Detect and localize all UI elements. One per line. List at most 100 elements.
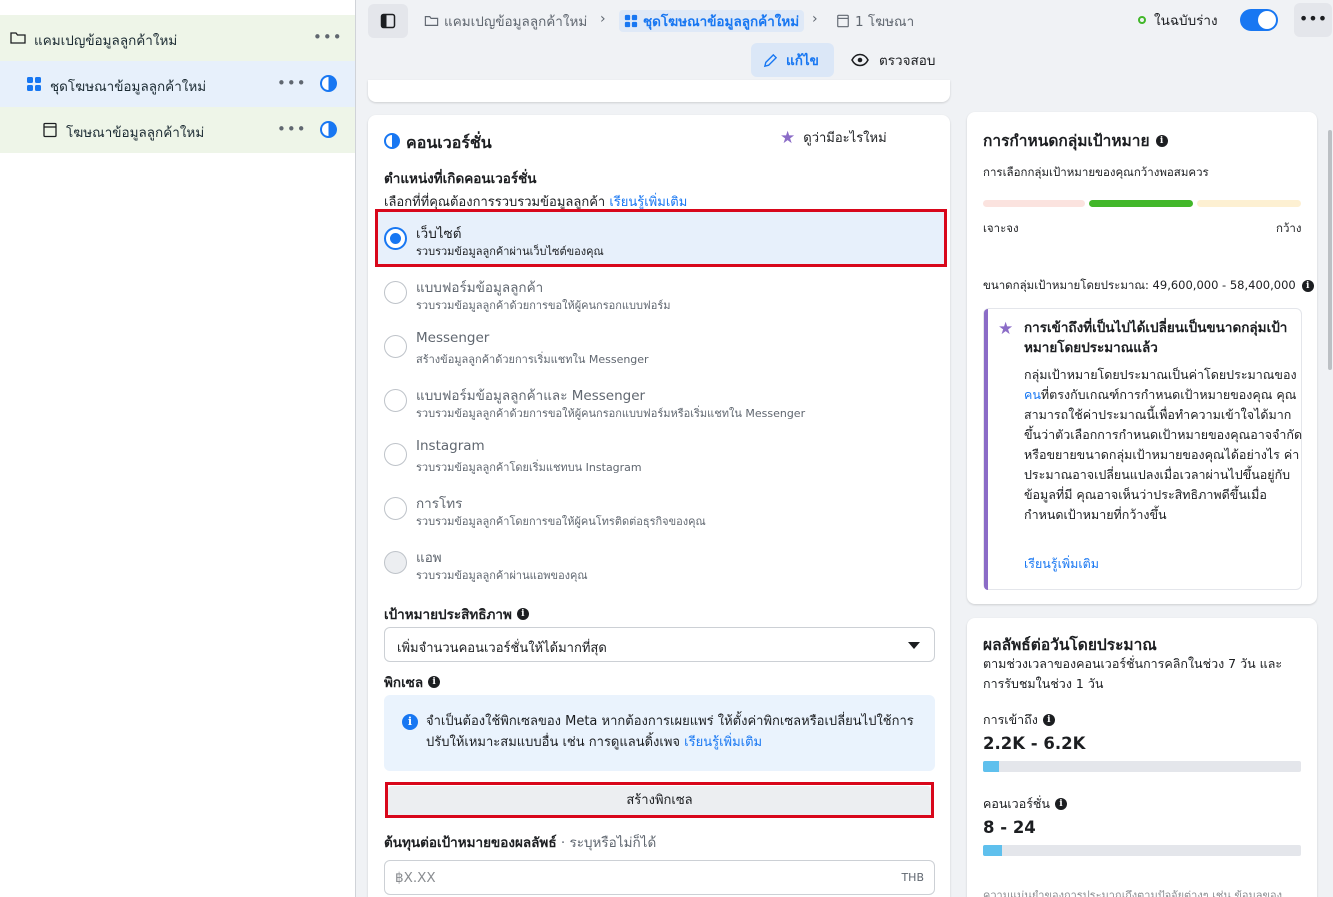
radio-button[interactable]	[384, 551, 407, 574]
edit-button[interactable]: แก้ไข	[751, 43, 834, 77]
audience-title: การกำหนดกลุ่มเป้าหมาย i	[983, 128, 1168, 153]
radio-button[interactable]	[384, 281, 407, 304]
conversion-location-option[interactable]: การโทร รวบรวมข้อมูลลูกค้าโดยการขอให้ผู้คน…	[376, 482, 946, 536]
toggle-sidebar-button[interactable]	[368, 4, 408, 38]
results-subtitle-line1: ตามช่วงเวลาของคอนเวอร์ชั่นการคลิกในช่วง …	[983, 656, 1283, 671]
more-options-icon[interactable]: •••	[277, 119, 306, 139]
conversion-location-desc: เลือกที่ที่คุณต้องการรวบรวมข้อมูลลูกค้า …	[384, 191, 687, 212]
option-label: เว็บไซต์	[416, 226, 462, 242]
tree-item-adset[interactable]: ชุดโฆษณาข้อมูลลูกค้าใหม่ •••	[0, 61, 355, 107]
learn-more-link[interactable]: เรียนรู้เพิ่มเติม	[684, 735, 762, 750]
reach-label: การเข้าถึง i	[983, 710, 1055, 730]
radio-button[interactable]	[384, 497, 407, 520]
tree-item-campaign[interactable]: แคมเปญข้อมูลลูกค้าใหม่ •••	[0, 15, 355, 61]
whats-new-link[interactable]: ★ ดูว่ามีอะไรใหม่	[780, 127, 887, 148]
conversion-location-option[interactable]: เว็บไซต์ รวบรวมข้อมูลลูกค้าผ่านเว็บไซต์ขอ…	[376, 212, 946, 266]
radio-button[interactable]	[384, 335, 407, 358]
bid-optional-text: · ระบุหรือไม่ก็ได้	[560, 835, 657, 851]
option-label: แบบฟอร์มข้อมูลลูกค้า	[416, 280, 544, 296]
star-icon: ★	[998, 319, 1014, 339]
gauge-broad-segment	[1197, 200, 1301, 207]
conversions-bar-fill	[983, 845, 1003, 856]
whats-new-label: ดูว่ามีอะไรใหม่	[803, 131, 887, 146]
info-icon[interactable]: i	[1042, 714, 1055, 726]
chevron-right-icon: ›	[812, 11, 818, 27]
previous-card-bottom	[368, 80, 950, 102]
status-half-circle-icon	[320, 75, 337, 92]
folder-icon	[10, 32, 26, 44]
cost-per-result-input[interactable]: ฿X.XX THB	[384, 860, 935, 895]
more-options-button[interactable]: •••	[1294, 3, 1332, 37]
tree-item-ad[interactable]: โฆษณาข้อมูลลูกค้าใหม่ •••	[0, 107, 355, 153]
input-placeholder: ฿X.XX	[395, 870, 436, 886]
breadcrumb-campaign[interactable]: แคมเปญข้อมูลลูกค้าใหม่	[424, 10, 587, 32]
gauge-specific-segment	[983, 200, 1085, 207]
notice-accent-bar	[984, 309, 988, 590]
ad-page-icon	[43, 122, 57, 138]
option-label: แบบฟอร์มข้อมูลลูกค้าและ Messenger	[416, 388, 646, 404]
review-button[interactable]: ตรวจสอบ	[851, 43, 935, 77]
breadcrumb-ad[interactable]: 1 โฆษณา	[836, 10, 914, 32]
conversions-label: คอนเวอร์ชั่น i	[983, 794, 1067, 814]
campaign-tree-sidebar: แคมเปญข้อมูลลูกค้าใหม่ ••• ชุดโฆษณาข้อมู…	[0, 0, 356, 897]
reach-bar	[983, 761, 1301, 772]
sidebar-panel-icon	[380, 13, 396, 29]
conversion-location-option[interactable]: Messenger สร้างข้อมูลลูกค้าด้วยการเริ่มแช…	[376, 320, 946, 374]
radio-button[interactable]	[384, 227, 407, 250]
audience-size-estimate: ขนาดกลุ่มเป้าหมายโดยประมาณ: 49,600,000 -…	[983, 277, 1314, 295]
folder-icon	[424, 16, 439, 26]
learn-more-link[interactable]: เรียนรู้เพิ่มเติม	[609, 195, 687, 210]
conversion-location-heading: ตำแหน่งที่เกิดคอนเวอร์ชั่น	[384, 167, 537, 189]
option-description: รวบรวมข้อมูลลูกค้าโดยการขอให้ผู้คนโทรติด…	[416, 515, 706, 528]
info-icon[interactable]: i	[1054, 798, 1067, 810]
scrollbar[interactable]	[1328, 130, 1332, 370]
heading-text: ตำแหน่งที่เกิดคอนเวอร์ชั่น	[384, 171, 537, 187]
grid-icon	[27, 77, 41, 91]
info-icon[interactable]: i	[1301, 280, 1314, 292]
more-options-icon[interactable]: •••	[277, 73, 306, 93]
pencil-icon	[763, 53, 778, 67]
option-description: รวบรวมข้อมูลลูกค้าด้วยการขอให้ผู้คนกรอกแ…	[416, 299, 671, 312]
publish-toggle[interactable]	[1240, 9, 1278, 31]
ad-page-icon	[837, 14, 849, 28]
review-label: ตรวจสอบ	[879, 53, 936, 69]
desc-text: เลือกที่ที่คุณต้องการรวบรวมข้อมูลลูกค้า	[384, 195, 606, 210]
audience-definition-card: การกำหนดกลุ่มเป้าหมาย i การเลือกกลุ่มเป้…	[967, 112, 1317, 604]
conversion-location-option[interactable]: แอพ รวบรวมข้อมูลลูกค้าผ่านแอพของคุณ	[376, 536, 946, 590]
breadcrumb-adset[interactable]: ชุดโฆษณาข้อมูลลูกค้าใหม่	[619, 10, 805, 32]
conversion-location-option[interactable]: แบบฟอร์มข้อมูลลูกค้าและ Messenger รวบรวมข…	[376, 374, 946, 428]
breadcrumb-label: ชุดโฆษณาข้อมูลลูกค้าใหม่	[643, 14, 800, 30]
conversion-location-option[interactable]: Instagram รวบรวมข้อมูลลูกค้าโดยเริ่มแชทบน…	[376, 428, 946, 482]
gauge-broad-label: กว้าง	[1276, 221, 1302, 235]
option-label: Instagram	[416, 438, 485, 454]
conversion-card: คอนเวอร์ชั่น ★ ดูว่ามีอะไรใหม่ ตำแหน่งที…	[368, 115, 950, 897]
tree-item-label: แคมเปญข้อมูลลูกค้าใหม่	[34, 33, 178, 49]
currency-label: THB	[901, 871, 924, 884]
notice-title: การเข้าถึงที่เป็นไปได้เปลี่ยนเป็นขนาดกลุ…	[1024, 320, 1288, 356]
conversion-location-option[interactable]: แบบฟอร์มข้อมูลลูกค้ารวบรวมข้อมูลลูกค้าด้…	[376, 266, 946, 320]
info-icon[interactable]: i	[428, 676, 441, 688]
info-icon[interactable]: i	[1155, 134, 1168, 147]
tree-item-label: โฆษณาข้อมูลลูกค้าใหม่	[66, 125, 205, 141]
performance-goal-heading: เป้าหมายประสิทธิภาพ i	[384, 603, 529, 625]
reach-value: 2.2K - 6.2K	[983, 734, 1086, 753]
radio-button[interactable]	[384, 443, 407, 466]
audience-subtitle: การเลือกกลุ่มเป้าหมายของคุณกว้างพอสมควร	[983, 165, 1209, 179]
learn-more-link[interactable]: เรียนรู้เพิ่มเติม	[1024, 554, 1099, 574]
create-pixel-button[interactable]: สร้างพิกเซล	[388, 786, 931, 816]
conversions-value: 8 - 24	[983, 818, 1036, 837]
tree-item-label: ชุดโฆษณาข้อมูลลูกค้าใหม่	[50, 79, 207, 95]
more-options-icon[interactable]: •••	[313, 27, 342, 47]
notice-body: จำเป็นต้องใช้พิกเซลของ Meta หากต้องการเผ…	[426, 714, 914, 750]
estimated-audience-notice: ★ การเข้าถึงที่เป็นไปได้เปลี่ยนเป็นขนาดก…	[983, 308, 1302, 590]
info-icon[interactable]: i	[516, 608, 529, 620]
draft-status-dot	[1138, 16, 1146, 24]
performance-goal-select[interactable]: เพิ่มจำนวนคอนเวอร์ชั่นให้ได้มากที่สุด	[384, 627, 935, 662]
option-description: รวบรวมข้อมูลลูกค้าด้วยการขอให้ผู้คนกรอกแ…	[416, 407, 806, 420]
radio-button[interactable]	[384, 389, 407, 412]
people-link[interactable]: คน	[1024, 387, 1041, 402]
title-text: การกำหนดกลุ่มเป้าหมาย	[983, 132, 1150, 150]
option-label: แอพ	[416, 550, 442, 566]
section-status-icon	[384, 133, 400, 149]
star-icon: ★	[780, 127, 796, 148]
